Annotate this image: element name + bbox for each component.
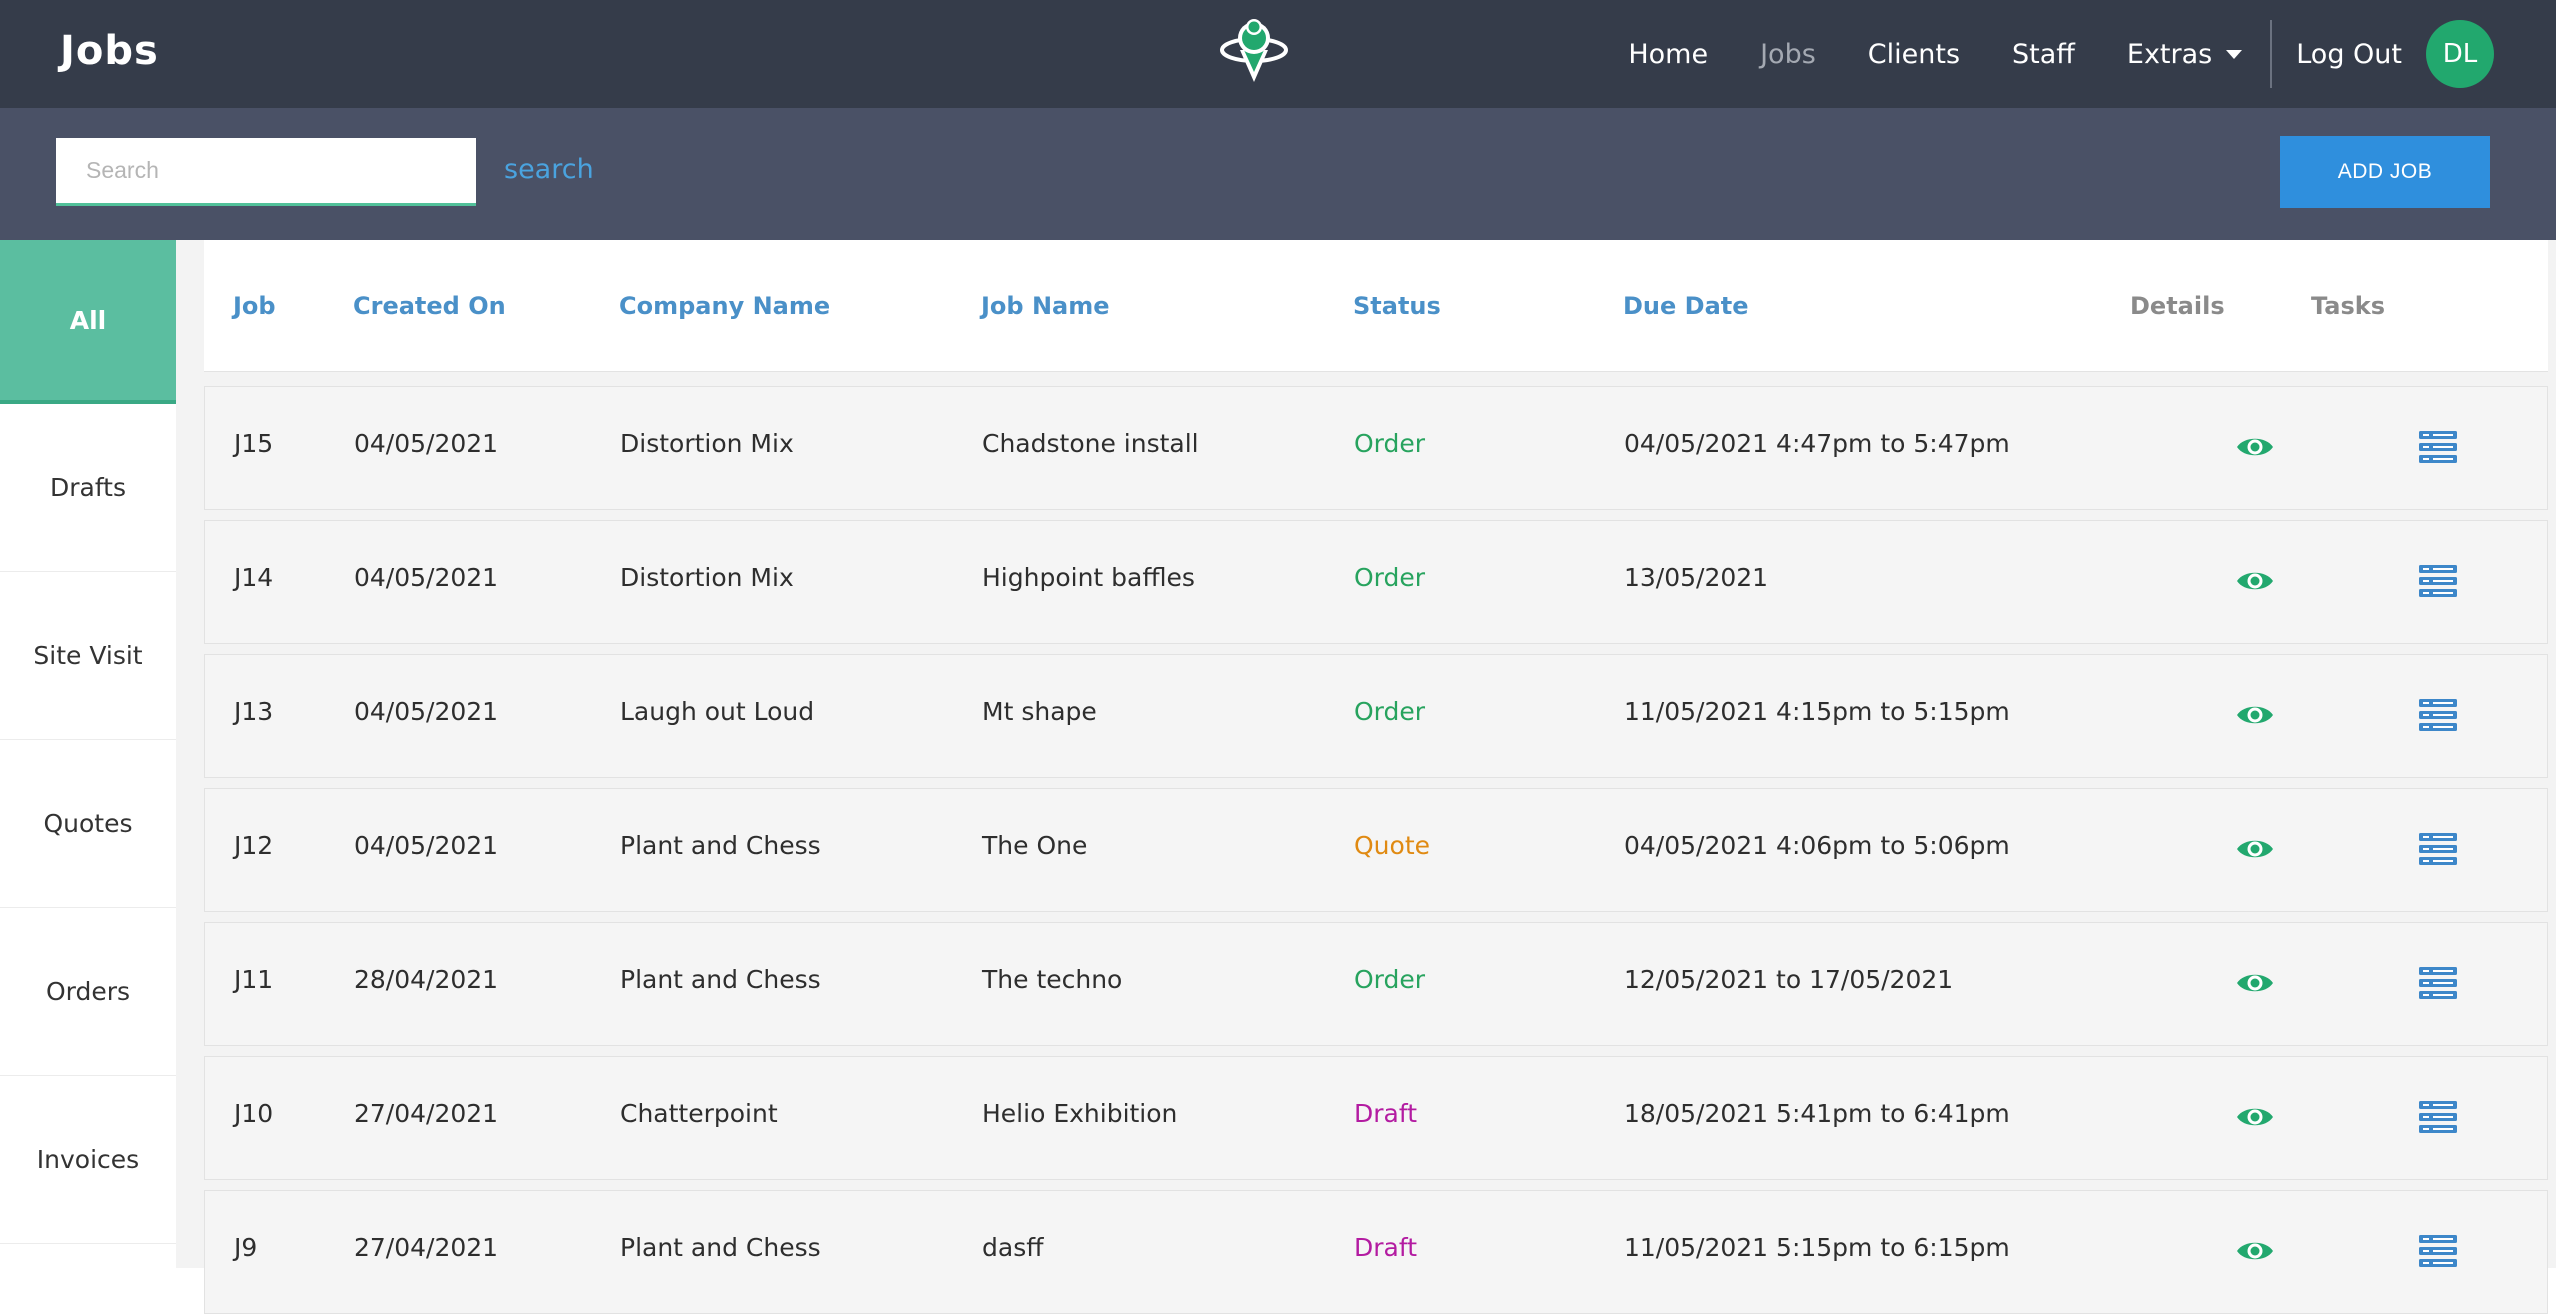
task-list-icon[interactable] [2419,1235,2457,1267]
sidebar-item-drafts[interactable]: Drafts [0,404,176,572]
column-header-tasks: Tasks [2311,292,2386,320]
table-row[interactable]: J13 04/05/2021 Laugh out Loud Mt shape O… [204,654,2548,778]
cell-created: 04/05/2021 [354,697,499,726]
status-badge: Quote [1354,831,1431,860]
cell-company: Distortion Mix [620,429,794,458]
map-pin-orbit-icon[interactable] [1218,14,1290,88]
column-header-details: Details [2130,292,2225,320]
nav-extras-dropdown[interactable]: Extras [2126,38,2243,70]
eye-icon[interactable] [2235,1237,2275,1265]
cell-job-name: dasff [982,1233,1044,1262]
nav-extras-label: Extras [2126,38,2213,70]
sidebar-item-orders[interactable]: Orders [0,908,176,1076]
task-list-icon[interactable] [2419,565,2457,597]
cell-job: J11 [234,965,274,994]
cell-company: Plant and Chess [620,1233,821,1262]
search-link[interactable]: search [504,154,594,185]
cell-job: J9 [234,1233,258,1262]
cell-job-name: The techno [982,965,1123,994]
chevron-down-icon [2226,49,2243,59]
task-list-icon[interactable] [2419,699,2457,731]
table-row[interactable]: J11 28/04/2021 Plant and Chess The techn… [204,922,2548,1046]
table-row[interactable]: J9 27/04/2021 Plant and Chess dasff Draf… [204,1190,2548,1314]
nav-divider [2270,20,2273,88]
sidebar-item-site-visit[interactable]: Site Visit [0,572,176,740]
table-header: Job Created On Company Name Job Name Sta… [204,240,2548,372]
status-badge: Draft [1354,1233,1418,1262]
search-input[interactable] [56,138,476,206]
cell-due-date: 12/05/2021 to 17/05/2021 [1624,965,1954,994]
cell-created: 28/04/2021 [354,965,499,994]
cell-job: J12 [234,831,274,860]
cell-due-date: 11/05/2021 5:15pm to 6:15pm [1624,1233,2010,1262]
status-badge: Order [1354,965,1426,994]
cell-company: Distortion Mix [620,563,794,592]
table-row[interactable]: J15 04/05/2021 Distortion Mix Chadstone … [204,386,2548,510]
status-badge: Order [1354,563,1426,592]
filter-sidebar: All Drafts Site Visit Quotes Orders Invo… [0,240,176,1268]
eye-icon[interactable] [2235,433,2275,461]
cell-job-name: Chadstone install [982,429,1199,458]
status-badge: Order [1354,429,1426,458]
cell-job-name: Helio Exhibition [982,1099,1178,1128]
avatar[interactable]: DL [2426,20,2494,88]
main-nav: Home Jobs Clients Staff Extras Log Out D… [1628,0,2556,108]
nav-clients[interactable]: Clients [1868,39,1960,70]
cell-company: Plant and Chess [620,831,821,860]
cell-job: J13 [234,697,274,726]
sidebar-item-invoices[interactable]: Invoices [0,1076,176,1244]
task-list-icon[interactable] [2419,1101,2457,1133]
task-list-icon[interactable] [2419,833,2457,865]
nav-home[interactable]: Home [1628,39,1708,70]
task-list-icon[interactable] [2419,967,2457,999]
cell-created: 27/04/2021 [354,1099,499,1128]
task-list-icon[interactable] [2419,431,2457,463]
cell-job: J14 [234,563,274,592]
page-title: Jobs [60,28,159,74]
status-badge: Order [1354,697,1426,726]
sidebar-item-quotes[interactable]: Quotes [0,740,176,908]
table-row[interactable]: J14 04/05/2021 Distortion Mix Highpoint … [204,520,2548,644]
cell-job-name: Highpoint baffles [982,563,1195,592]
column-header-created-on[interactable]: Created On [353,292,506,320]
top-navbar: Jobs Home Jobs Clients Staff Extras Log … [0,0,2556,108]
eye-icon[interactable] [2235,835,2275,863]
nav-jobs[interactable]: Jobs [1760,39,1816,70]
cell-job: J15 [234,429,274,458]
column-header-job[interactable]: Job [233,292,276,320]
cell-job-name: Mt shape [982,697,1097,726]
cell-due-date: 04/05/2021 4:47pm to 5:47pm [1624,429,2010,458]
cell-created: 04/05/2021 [354,563,499,592]
sidebar-item-all[interactable]: All [0,240,176,404]
table-row[interactable]: J12 04/05/2021 Plant and Chess The One Q… [204,788,2548,912]
cell-created: 27/04/2021 [354,1233,499,1262]
column-header-job-name[interactable]: Job Name [981,292,1110,320]
cell-due-date: 18/05/2021 5:41pm to 6:41pm [1624,1099,2010,1128]
cell-due-date: 13/05/2021 [1624,563,1769,592]
status-badge: Draft [1354,1099,1418,1128]
column-header-status[interactable]: Status [1353,292,1441,320]
nav-staff[interactable]: Staff [2012,39,2075,70]
cell-created: 04/05/2021 [354,429,499,458]
toolbar: search ADD JOB [0,108,2556,240]
cell-created: 04/05/2021 [354,831,499,860]
cell-due-date: 11/05/2021 4:15pm to 5:15pm [1624,697,2010,726]
eye-icon[interactable] [2235,567,2275,595]
eye-icon[interactable] [2235,701,2275,729]
cell-job-name: The One [982,831,1088,860]
cell-company: Chatterpoint [620,1099,778,1128]
column-header-due-date[interactable]: Due Date [1623,292,1749,320]
cell-company: Laugh out Loud [620,697,815,726]
cell-due-date: 04/05/2021 4:06pm to 5:06pm [1624,831,2010,860]
column-header-company-name[interactable]: Company Name [619,292,830,320]
logout-link[interactable]: Log Out [2296,39,2402,70]
eye-icon[interactable] [2235,969,2275,997]
add-job-button[interactable]: ADD JOB [2280,136,2490,208]
cell-job: J10 [234,1099,274,1128]
table-row[interactable]: J10 27/04/2021 Chatterpoint Helio Exhibi… [204,1056,2548,1180]
cell-company: Plant and Chess [620,965,821,994]
eye-icon[interactable] [2235,1103,2275,1131]
